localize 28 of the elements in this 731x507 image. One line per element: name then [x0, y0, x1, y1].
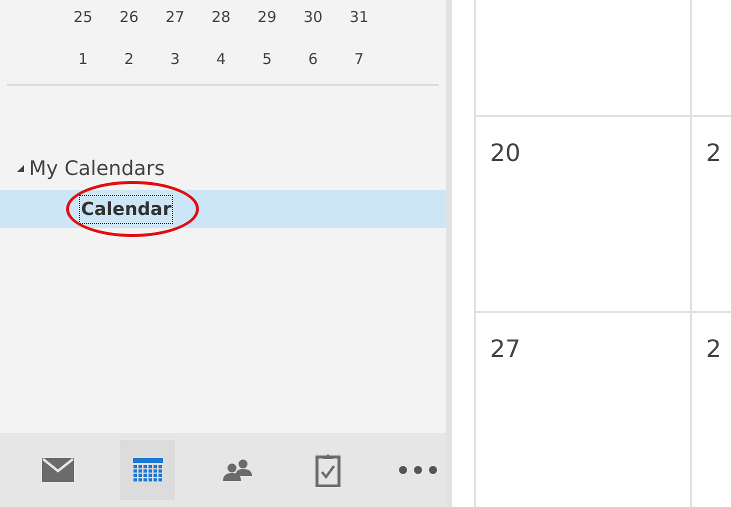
date-cell[interactable]: 2: [106, 48, 152, 70]
calendar-list-item[interactable]: Calendar: [0, 190, 446, 228]
people-icon: [222, 458, 254, 482]
date-cell[interactable]: 4: [198, 48, 244, 70]
date-cell[interactable]: 7: [336, 48, 382, 70]
date-cell[interactable]: 30: [290, 6, 336, 28]
day-number: 27: [490, 335, 521, 363]
calendar-label: Calendar: [80, 196, 172, 222]
date-cell[interactable]: 3: [152, 48, 198, 70]
folder-group-label: My Calendars: [29, 155, 165, 182]
day-number: 2: [706, 139, 722, 167]
date-cell[interactable]: 31: [336, 6, 382, 28]
folder-group-header[interactable]: My Calendars: [0, 152, 446, 184]
clipboard-check-icon: [315, 453, 342, 487]
day-number: 20: [490, 139, 521, 167]
more-icon: [398, 465, 438, 475]
mail-icon: [42, 458, 74, 482]
date-cell[interactable]: 1: [60, 48, 106, 70]
calendar-icon: [132, 458, 163, 482]
date-cell[interactable]: 5: [244, 48, 290, 70]
day-number: 2: [706, 335, 722, 363]
date-cell[interactable]: 29: [244, 6, 290, 28]
nav-button[interactable]: [120, 440, 176, 500]
date-cell[interactable]: 28: [198, 6, 244, 28]
date-cell[interactable]: 27: [152, 6, 198, 28]
date-cell[interactable]: 6: [290, 48, 336, 70]
date-cell[interactable]: 25: [60, 6, 106, 28]
date-cell[interactable]: 26: [106, 6, 152, 28]
